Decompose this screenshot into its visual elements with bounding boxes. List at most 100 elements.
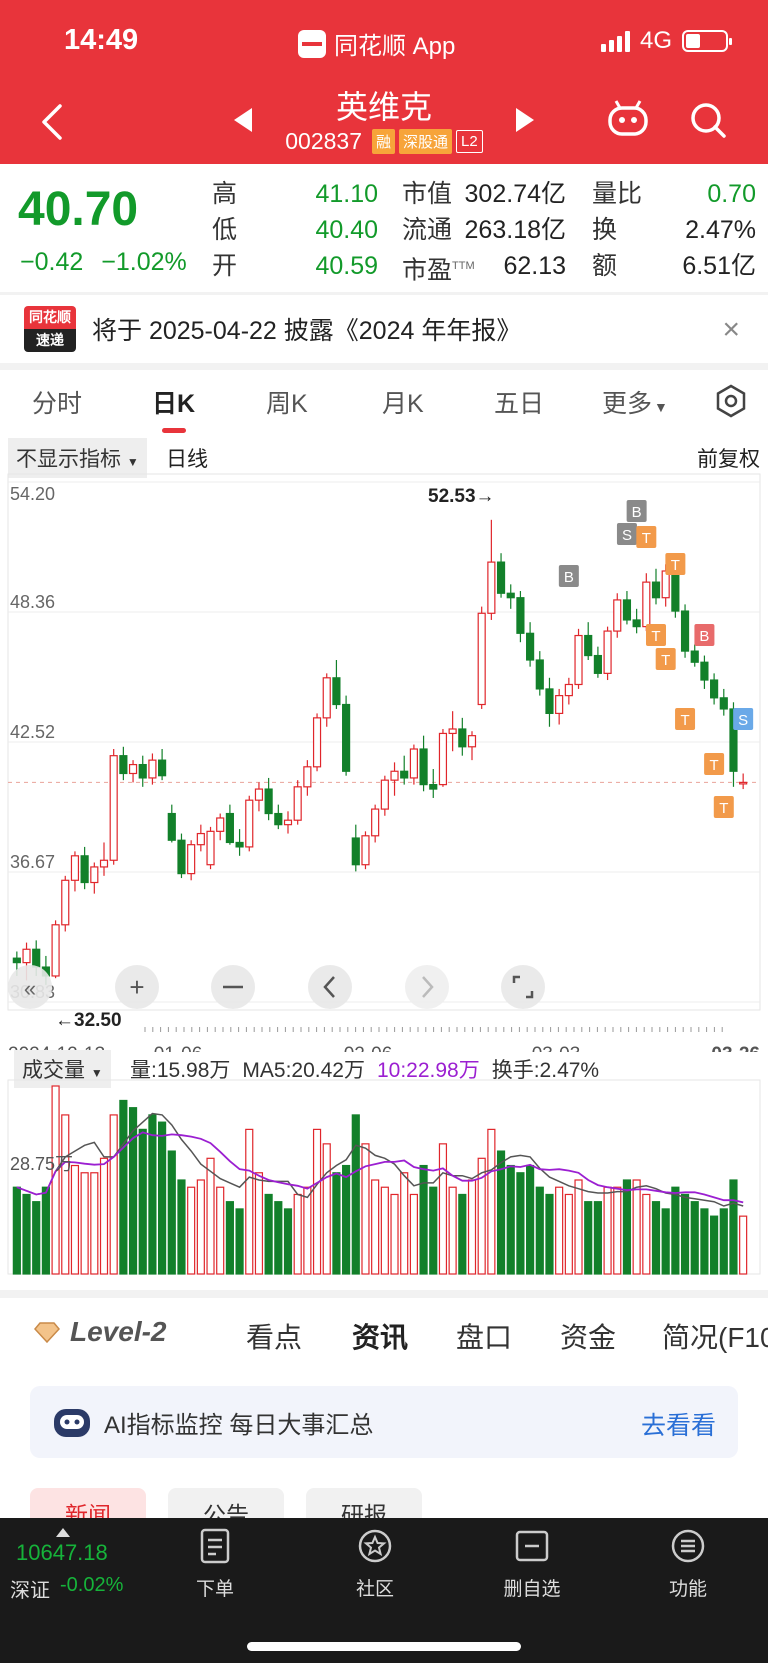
volume-bar <box>70 1164 80 1275</box>
tab-daily-k[interactable]: 日K <box>152 384 195 420</box>
pe-sup: TTM <box>452 260 475 272</box>
candle-body <box>274 812 283 826</box>
index-change: -0.02% <box>60 1574 124 1596</box>
close-icon[interactable]: × <box>722 313 740 347</box>
signal-mark-label: B <box>632 504 642 521</box>
kline-chart[interactable]: BSBTTTTBTTST 54.2048.3642.5236.6730.83 2… <box>0 472 768 1052</box>
volume-bar <box>710 1215 719 1275</box>
volume-bar <box>187 1186 196 1275</box>
volume-bar <box>390 1193 399 1275</box>
badge-l2: L2 <box>456 130 483 153</box>
scroll-left-button[interactable] <box>308 965 352 1009</box>
volume-bar <box>322 1143 331 1275</box>
volume-bar <box>351 1114 360 1275</box>
volume-bar <box>642 1193 651 1275</box>
volume-bar <box>128 1107 138 1275</box>
signal-mark-label: T <box>651 628 660 645</box>
candle-body <box>312 717 322 768</box>
tab-fund-flow[interactable]: 资金 <box>560 1316 616 1356</box>
volume-bar <box>438 1143 448 1275</box>
volume-bar <box>409 1193 418 1275</box>
amount-value: 6.51亿 <box>682 252 756 280</box>
change-percent: −1.02% <box>101 248 187 276</box>
candle-body <box>371 808 380 837</box>
amount-label: 额 <box>592 252 618 280</box>
fullscreen-button[interactable] <box>501 965 545 1009</box>
search-icon[interactable] <box>688 100 728 140</box>
tab-profile[interactable]: 简况(F10 <box>662 1316 768 1356</box>
tab-level2[interactable]: Level-2 <box>34 1316 167 1348</box>
candle-body <box>187 844 196 875</box>
tab-five-day[interactable]: 五日 <box>494 384 544 420</box>
go-see-link[interactable]: 去看看 <box>641 1406 716 1442</box>
network-label: 4G <box>639 27 672 54</box>
tab-more[interactable]: 更多 ▼ <box>602 384 668 420</box>
volume-bar <box>235 1208 244 1275</box>
tab-intraday[interactable]: 分时 <box>32 384 82 420</box>
logo-bottom: 速递 <box>24 329 76 352</box>
tab-weekly-k[interactable]: 周K <box>266 384 308 420</box>
tab-news[interactable]: 资讯 <box>352 1316 408 1356</box>
tab-orderbook[interactable]: 盘口 <box>456 1316 512 1356</box>
logo-top: 同花顺 <box>24 306 76 329</box>
zoom-out-button[interactable] <box>211 965 255 1009</box>
chip-research[interactable]: 研报 <box>306 1488 422 1518</box>
candle-body <box>206 830 215 866</box>
index-value[interactable]: 10647.18 <box>16 1540 108 1566</box>
settings-icon[interactable] <box>714 384 748 418</box>
candle-body <box>448 728 457 735</box>
chip-news[interactable]: 新闻 <box>30 1488 146 1518</box>
volume-bar <box>487 1128 496 1275</box>
price-change: −0.42 −1.02% <box>20 248 187 277</box>
mcap-value: 302.74亿 <box>464 180 566 208</box>
quote-col-hlo: 高 41.10 低 40.40 开 40.59 <box>212 176 378 284</box>
volume-bar <box>661 1208 670 1275</box>
home-indicator[interactable] <box>247 1642 521 1651</box>
nav-functions[interactable]: 功能 <box>638 1528 738 1601</box>
caret-up-icon[interactable] <box>56 1528 70 1537</box>
last-price: 40.70 <box>18 183 139 236</box>
plus-icon: + <box>129 972 144 1002</box>
news-content: AI指标监控 每日大事汇总 去看看 新闻 公告 研报 <box>0 1362 768 1518</box>
volume-bar <box>584 1201 593 1275</box>
status-time: 14:49 <box>64 24 139 56</box>
adjust-select[interactable]: 前复权 <box>697 443 760 473</box>
candle-body <box>409 748 418 779</box>
ai-monitor-bar[interactable]: AI指标监控 每日大事汇总 去看看 <box>30 1386 738 1458</box>
high-value: 41.10 <box>315 180 378 208</box>
notice-bar[interactable]: 同花顺 速递 将于 2025-04-22 披露《2024 年年报》 × <box>0 295 768 363</box>
robot-icon[interactable] <box>606 98 650 138</box>
kline-grid <box>7 473 761 1011</box>
candle-body <box>196 832 205 846</box>
volume-bar <box>274 1201 283 1275</box>
volume-bar <box>680 1193 690 1275</box>
nav-remove-watchlist[interactable]: 删自选 <box>482 1528 582 1601</box>
volume-bar <box>119 1099 128 1275</box>
collapse-button[interactable]: « <box>8 965 52 1009</box>
scroll-right-button[interactable] <box>405 965 449 1009</box>
zoom-in-button[interactable]: + <box>115 965 159 1009</box>
volume-bar <box>264 1193 273 1275</box>
open-value: 40.59 <box>315 252 378 280</box>
kline-y-labels: 54.2048.3642.5236.6730.83 <box>10 484 55 1002</box>
header: 14:49 同花顺 App 4G 英维克 002837 融 深股通 L2 <box>0 0 768 164</box>
candle-body <box>496 561 506 594</box>
low-value: 40.40 <box>315 216 378 244</box>
status-app[interactable]: 同花顺 App <box>298 26 455 61</box>
candle-body <box>225 812 234 844</box>
volume-chart[interactable]: 28.75万 <box>0 1076 768 1290</box>
x-tick-label: 01-06 <box>154 1044 203 1052</box>
nav-order[interactable]: 下单 <box>165 1528 265 1601</box>
tab-monthly-k[interactable]: 月K <box>382 384 424 420</box>
volume-bar <box>526 1164 535 1275</box>
volume-bar <box>380 1186 389 1275</box>
volume-bar <box>12 1186 21 1275</box>
candle-body <box>390 770 399 781</box>
caret-down-icon: ▼ <box>126 455 139 469</box>
caret-down-icon: ▼ <box>654 399 668 415</box>
chip-announcements[interactable]: 公告 <box>168 1488 284 1518</box>
tab-highlights[interactable]: 看点 <box>246 1316 302 1356</box>
app-logo-icon <box>298 29 326 58</box>
nav-community[interactable]: 社区 <box>325 1528 425 1601</box>
candle-body <box>516 597 525 634</box>
